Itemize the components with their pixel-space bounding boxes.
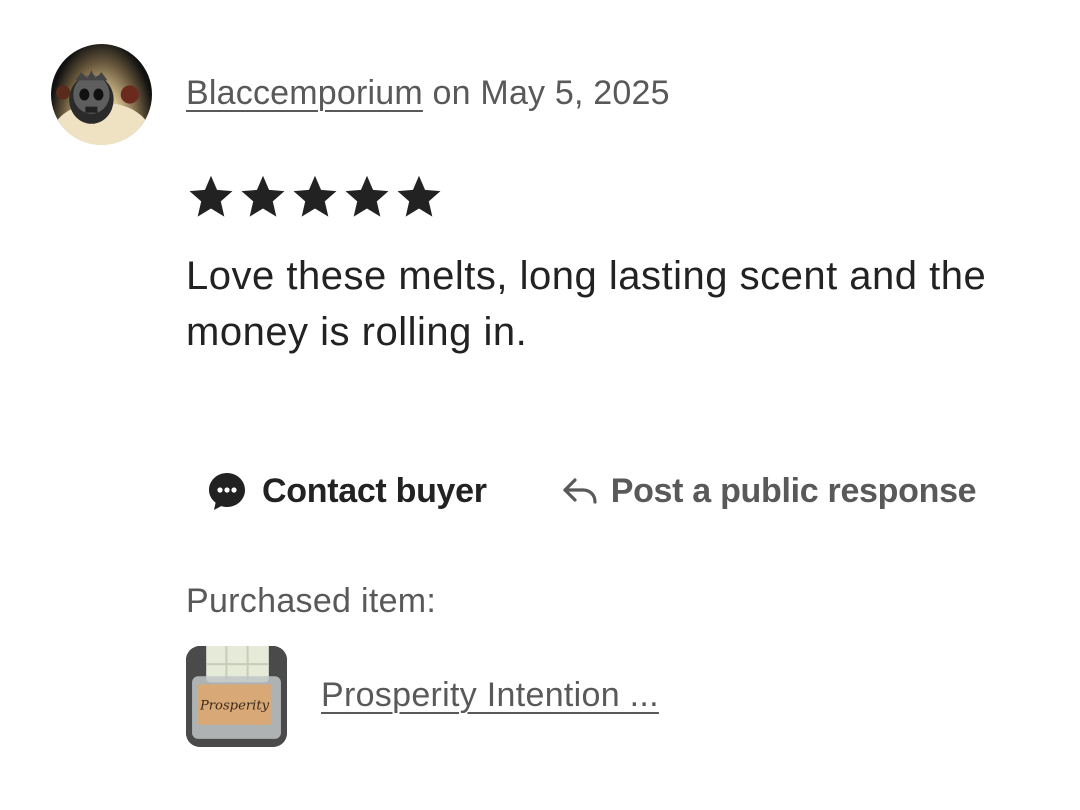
chat-bubble-icon [206,470,248,512]
star-icon [397,175,441,217]
purchased-item-thumbnail[interactable]: Prosperity [186,646,287,747]
star-icon [189,175,233,217]
star-icon [345,175,389,217]
post-public-response-button[interactable]: Post a public response [561,472,977,511]
star-icon [241,175,285,217]
contact-buyer-button[interactable]: Contact buyer [206,470,487,512]
post-public-response-label: Post a public response [610,471,977,510]
review-text: Love these melts, long lasting scent and… [186,254,987,354]
star-rating [186,172,444,222]
review-date: on May 5, 2025 [422,74,670,112]
review-actions: Contact buyer Post a public response [206,470,977,512]
thumbnail-label: Prosperity [199,699,270,714]
reply-arrow-icon [561,476,599,506]
skull-ring-image [53,70,150,145]
reviewer-avatar[interactable] [51,44,152,145]
purchased-item-label: Purchased item: [186,582,437,620]
star-icon [293,175,337,217]
wax-melt-image: Prosperity [186,646,287,747]
review-byline: Blaccemporium on May 5, 2025 [186,74,670,113]
contact-buyer-label: Contact buyer [262,471,487,510]
reviewer-name-link[interactable]: Blaccemporium [186,74,423,112]
purchased-item-link[interactable]: Prosperity Intention ... [321,676,659,715]
